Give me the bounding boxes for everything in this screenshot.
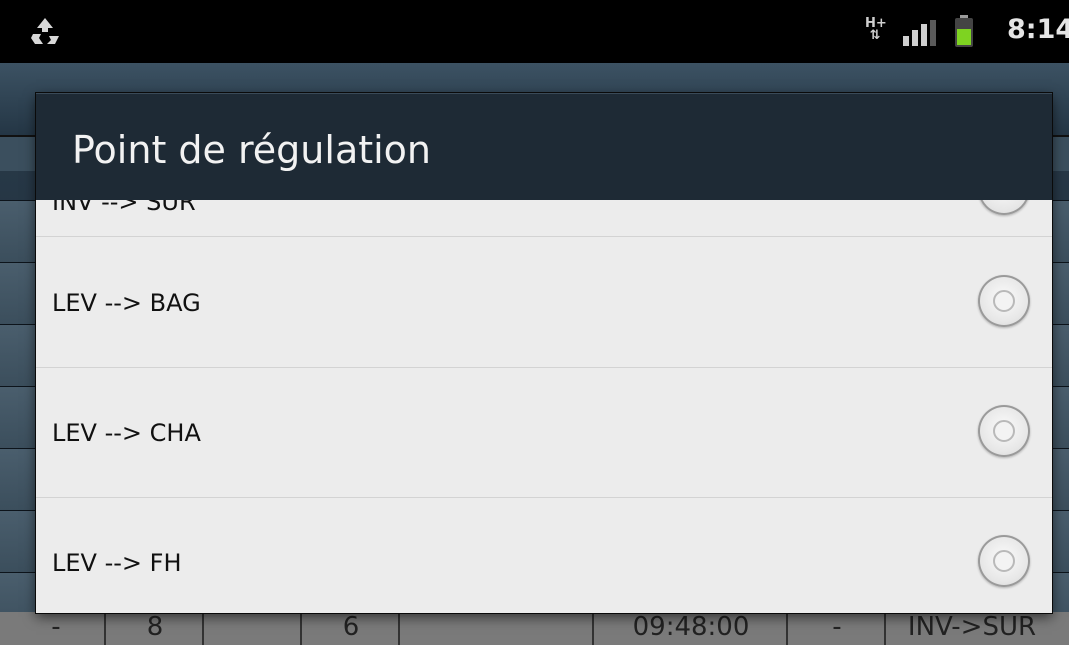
table-cell: -: [51, 612, 61, 642]
network-type-icon: H+ ⇅: [865, 16, 887, 43]
option-inv-sur[interactable]: INV --> SUR: [36, 200, 1052, 237]
clock: 8:14: [1007, 14, 1069, 45]
table-cell: [202, 612, 302, 645]
option-label: LEV --> FH: [52, 549, 182, 577]
option-label: INV --> SUR: [52, 200, 196, 216]
table-cell: INV->SUR: [884, 612, 1058, 645]
radio-button-selected[interactable]: [978, 200, 1030, 215]
dialog-title: Point de régulation: [72, 128, 432, 172]
signal-strength-icon: [903, 20, 936, 46]
table-cell: -: [786, 612, 886, 645]
radio-button[interactable]: [978, 405, 1030, 457]
radio-button[interactable]: [978, 535, 1030, 587]
recycle-icon: [31, 18, 59, 44]
regulation-point-dialog: Point de régulation INV --> SUR LEV --> …: [36, 93, 1052, 613]
option-lev-fh[interactable]: LEV --> FH: [36, 497, 1052, 613]
radio-button[interactable]: [978, 275, 1030, 327]
option-label: LEV --> CHA: [52, 419, 201, 447]
table-cell: 8: [104, 612, 204, 645]
battery-icon: [955, 15, 973, 47]
status-bar: H+ ⇅ 8:14: [0, 0, 1069, 63]
option-label: LEV --> BAG: [52, 289, 201, 317]
dialog-header: Point de régulation: [36, 93, 1052, 201]
network-type-label: H+: [865, 16, 887, 31]
table-cell: [398, 612, 594, 645]
table-cell: 6: [300, 612, 400, 645]
option-list[interactable]: INV --> SUR LEV --> BAG LEV --> CHA LEV …: [36, 200, 1052, 613]
table-cell: 09:48:00: [592, 612, 788, 645]
option-lev-bag[interactable]: LEV --> BAG: [36, 237, 1052, 368]
option-lev-cha[interactable]: LEV --> CHA: [36, 367, 1052, 498]
